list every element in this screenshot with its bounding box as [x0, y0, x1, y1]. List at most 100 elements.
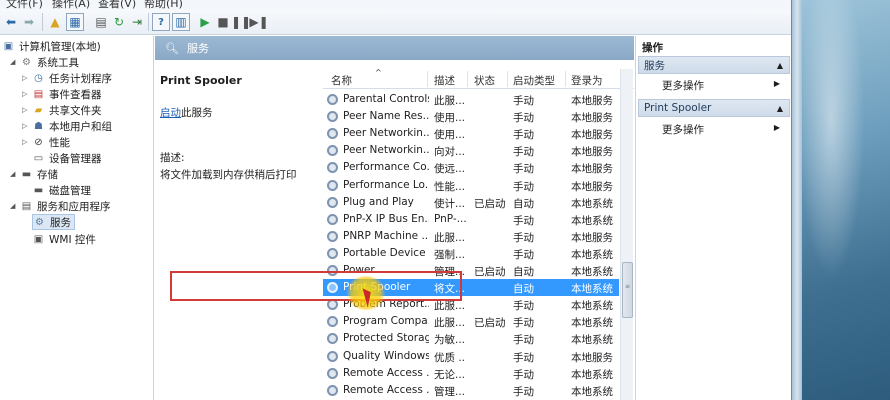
expand-arrow-icon[interactable]: ▷ — [22, 90, 32, 98]
back-icon[interactable]: ⬅ — [2, 13, 20, 31]
refresh-icon[interactable]: ↻ — [110, 13, 128, 31]
column-divider[interactable] — [565, 71, 566, 87]
search-services-icon: 🔍︎ — [165, 41, 179, 55]
up-folder-icon[interactable]: ▲ — [46, 13, 64, 31]
tree-task-scheduler[interactable]: ▷ ◷ 任务计划程序 — [22, 70, 112, 86]
more-actions-services[interactable]: 更多操作 — [662, 78, 704, 93]
tree-event-viewer[interactable]: ▷ ▤ 事件查看器 — [22, 86, 102, 102]
collapse-up-icon[interactable]: ▲ — [777, 104, 783, 113]
expand-arrow-icon[interactable]: ▷ — [22, 138, 32, 146]
service-name: Performance Lo... — [343, 178, 429, 191]
menu-action[interactable]: 操作(A) — [52, 0, 90, 9]
submenu-arrow-icon[interactable]: ▶ — [774, 79, 780, 88]
collapse-arrow-icon[interactable]: ◢ — [10, 170, 20, 178]
column-divider[interactable] — [507, 71, 508, 87]
actions-section-services[interactable]: 服务 ▲ — [638, 56, 790, 74]
tree-storage[interactable]: ◢ ▬ 存储 — [10, 166, 58, 182]
service-logon-as: 本地服务 — [571, 129, 613, 142]
vertical-scrollbar[interactable]: ≡ — [620, 69, 633, 400]
service-gear-icon — [327, 213, 338, 225]
start-service-link[interactable]: 启动 — [160, 107, 181, 119]
menu-file[interactable]: 文件(F) — [6, 0, 43, 9]
service-gear-icon — [327, 265, 338, 276]
tree-shared-folders[interactable]: ▷ ▰ 共享文件夹 — [22, 102, 102, 118]
table-row[interactable]: Plug and Play 使计... 已启动 自动 本地系统 — [323, 194, 619, 211]
column-status[interactable]: 状态 — [474, 73, 495, 88]
services-apps-icon: ▤ — [21, 200, 32, 212]
tree-performance[interactable]: ▷ ⊘ 性能 — [22, 134, 70, 150]
table-row[interactable]: PNRP Machine ... 此服... 手动 本地服务 — [323, 228, 619, 245]
service-description: 使用... — [434, 112, 466, 125]
disk-icon: ▬ — [33, 184, 44, 196]
menu-help[interactable]: 帮助(H) — [144, 0, 183, 9]
table-row[interactable]: Quality Windows... 优质 ... 手动 本地服务 — [323, 348, 619, 365]
service-name: Program Compa... — [343, 315, 429, 328]
table-row[interactable]: Remote Access ... 管理... 手动 本地系统 — [323, 382, 619, 399]
service-startup-type: 手动 — [513, 129, 534, 142]
clock-icon: ◷ — [34, 72, 43, 84]
table-row[interactable]: Parental Controls 此服... 手动 本地服务 — [323, 91, 619, 108]
tree-system-tools[interactable]: ◢ ⚙ 系统工具 — [10, 54, 79, 70]
service-description: 向对... — [434, 146, 466, 159]
column-startup-type[interactable]: 启动类型 — [513, 73, 555, 88]
menu-bar: 文件(F) 操作(A) 查看(V) 帮助(H) — [0, 0, 791, 9]
table-row[interactable]: Peer Networkin... 使用... 手动 本地服务 — [323, 125, 619, 142]
table-row[interactable]: Performance Co... 使远... 手动 本地服务 — [323, 159, 619, 176]
pause-service-icon[interactable]: ❚❚ — [231, 13, 251, 31]
service-name: Performance Co... — [343, 161, 429, 174]
table-row[interactable]: PnP-X IP Bus En... PnP-... 手动 本地系统 — [323, 211, 619, 228]
tree-local-users[interactable]: ▷ ☗ 本地用户和组 — [22, 118, 112, 134]
column-name[interactable]: 名称 — [331, 73, 352, 88]
table-row[interactable]: Protected Storage 为敏... 手动 本地系统 — [323, 330, 619, 347]
service-startup-type: 手动 — [513, 163, 534, 176]
service-logon-as: 本地服务 — [571, 231, 613, 244]
stop-service-icon[interactable]: ■ — [214, 13, 232, 31]
table-row[interactable]: Program Compa... 此服... 已启动 手动 本地系统 — [323, 313, 619, 330]
forward-icon[interactable]: ➡ — [20, 13, 38, 31]
table-row[interactable]: Remote Access ... 无论... 手动 本地系统 — [323, 365, 619, 382]
service-gear-icon — [327, 230, 338, 242]
collapse-up-icon[interactable]: ▲ — [777, 61, 783, 70]
action-pane-icon[interactable]: ▥ — [172, 13, 190, 31]
tree-root[interactable]: ▣ 计算机管理(本地) — [2, 38, 101, 54]
show-hide-tree-icon[interactable]: ▦ — [66, 13, 84, 31]
service-gear-icon — [327, 145, 338, 157]
column-divider[interactable] — [427, 71, 428, 87]
expand-arrow-icon[interactable]: ▷ — [22, 122, 32, 130]
service-name: Quality Windows... — [343, 349, 429, 362]
table-row[interactable]: Performance Lo... 性能... 手动 本地服务 — [323, 177, 619, 194]
service-name: Peer Name Res... — [343, 110, 429, 123]
table-row[interactable]: Portable Device ... 强制... 手动 本地系统 — [323, 245, 619, 262]
menu-view[interactable]: 查看(V) — [98, 0, 136, 9]
desktop-background — [792, 0, 890, 400]
table-row[interactable]: Peer Name Res... 使用... 手动 本地服务 — [323, 108, 619, 125]
service-gear-icon — [327, 282, 338, 294]
tree-wmi[interactable]: ▣ WMI 控件 — [32, 231, 96, 247]
collapse-arrow-icon[interactable]: ◢ — [10, 58, 20, 66]
help-icon[interactable]: ? — [152, 13, 170, 31]
start-service-icon[interactable]: ▶ — [196, 13, 214, 31]
restart-service-icon[interactable]: ▶❚ — [249, 13, 268, 31]
service-startup-type: 自动 — [513, 197, 534, 210]
properties-icon[interactable]: ▤ — [92, 13, 110, 31]
tree-services[interactable]: ⚙ 服务 — [32, 214, 75, 230]
selected-service-name: Print Spooler — [160, 74, 242, 87]
service-gear-icon — [327, 333, 338, 345]
table-row[interactable]: Peer Networkin... 向对... 手动 本地服务 — [323, 142, 619, 159]
actions-section-print-spooler[interactable]: Print Spooler ▲ — [638, 99, 790, 117]
service-logon-as: 本地系统 — [571, 368, 613, 381]
column-logon-as[interactable]: 登录为 — [571, 73, 603, 88]
service-name: Remote Access ... — [343, 366, 429, 379]
submenu-arrow-icon[interactable]: ▶ — [774, 123, 780, 132]
column-description[interactable]: 描述 — [434, 73, 455, 88]
tree-disk-management[interactable]: ▬ 磁盘管理 — [32, 182, 91, 198]
more-actions-print-spooler[interactable]: 更多操作 — [662, 122, 704, 137]
collapse-arrow-icon[interactable]: ◢ — [10, 202, 20, 210]
column-divider[interactable] — [467, 71, 468, 87]
expand-arrow-icon[interactable]: ▷ — [22, 106, 32, 114]
export-list-icon[interactable]: ⇥ — [128, 13, 146, 31]
expand-arrow-icon[interactable]: ▷ — [22, 74, 32, 82]
scrollbar-thumb[interactable]: ≡ — [622, 262, 633, 318]
tree-device-manager[interactable]: ▭ 设备管理器 — [32, 150, 102, 166]
tree-services-apps[interactable]: ◢ ▤ 服务和应用程序 — [10, 198, 111, 214]
